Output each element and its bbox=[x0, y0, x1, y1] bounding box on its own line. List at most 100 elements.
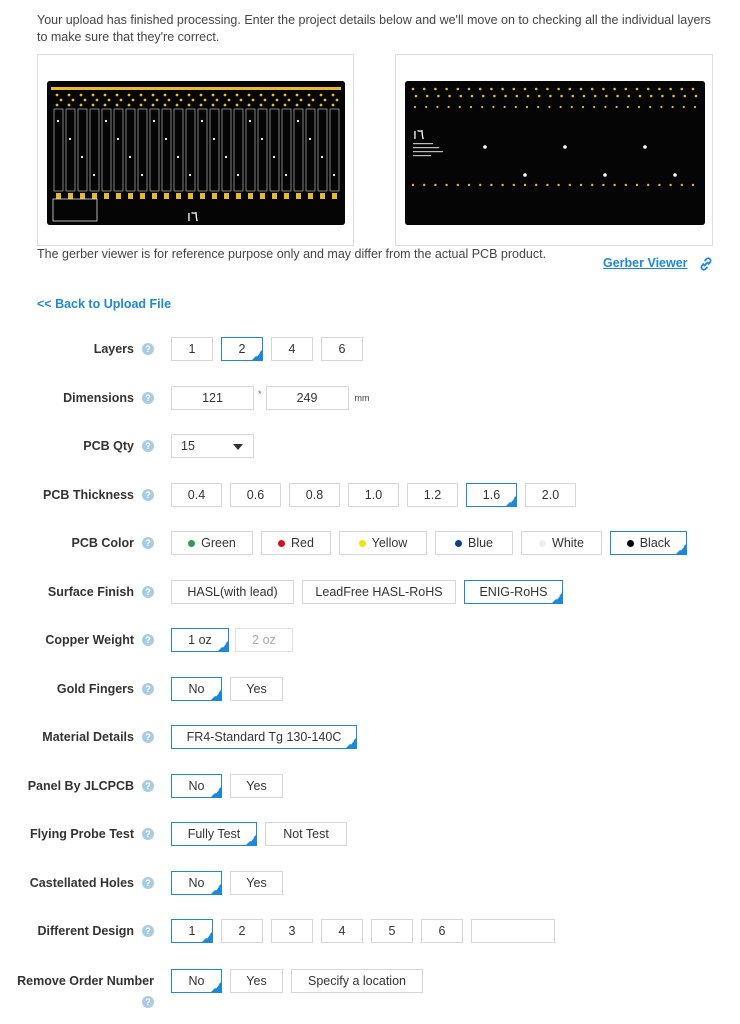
order-number-option-no[interactable]: No ✔ bbox=[171, 969, 222, 993]
color-option-blue[interactable]: Blue bbox=[435, 531, 513, 555]
selected-check-icon: ✔ bbox=[555, 595, 561, 602]
gold-fingers-row: Gold Fingers ? No ✔ Yes bbox=[0, 677, 740, 703]
option-label: 2 bbox=[238, 342, 246, 356]
dimensions-inputs: 121 * 249 mm bbox=[171, 386, 370, 410]
help-icon[interactable]: ? bbox=[142, 731, 154, 743]
help-icon[interactable]: ? bbox=[142, 925, 154, 937]
gold-fingers-option-no[interactable]: No ✔ bbox=[171, 677, 222, 701]
surface-finish-options: HASL(with lead) LeadFree HASL-RoHS ENIG-… bbox=[171, 580, 563, 604]
finish-option-leadfree-hasl[interactable]: LeadFree HASL-RoHS bbox=[302, 580, 456, 604]
remove-order-number-label: Remove Order Number bbox=[17, 974, 154, 988]
order-number-option-yes[interactable]: Yes bbox=[230, 969, 283, 993]
svg-text:ı٦: ı٦ bbox=[187, 209, 198, 225]
design-custom-input[interactable] bbox=[471, 919, 555, 943]
dimension-unit: mm bbox=[354, 393, 370, 403]
selected-check-icon: ✔ bbox=[214, 692, 220, 699]
dimension-width-input[interactable]: 121 bbox=[171, 386, 254, 410]
thickness-option[interactable]: 0.4 bbox=[171, 483, 222, 507]
help-icon[interactable]: ? bbox=[142, 586, 154, 598]
help-icon[interactable]: ? bbox=[142, 877, 154, 889]
bottom-layer-preview[interactable]: ı٦ bbox=[395, 54, 713, 246]
finish-option-hasl[interactable]: HASL(with lead) bbox=[171, 580, 294, 604]
layers-option-2[interactable]: 2 ✔ bbox=[221, 337, 263, 361]
pcb-thickness-options: 0.4 0.6 0.8 1.0 1.2 1.6 ✔ 2.0 bbox=[171, 483, 576, 507]
selected-check-icon: ✔ bbox=[679, 546, 685, 553]
pcb-color-options: Green Red Yellow Blue White Black ✔ bbox=[171, 531, 687, 555]
pcb-qty-row: PCB Qty ? 15 bbox=[0, 434, 740, 460]
layers-option-4[interactable]: 4 bbox=[271, 337, 313, 361]
help-icon[interactable]: ? bbox=[142, 683, 154, 695]
color-option-white[interactable]: White bbox=[521, 531, 602, 555]
help-icon[interactable]: ? bbox=[142, 343, 154, 355]
thickness-option[interactable]: 1.0 bbox=[348, 483, 399, 507]
help-icon[interactable]: ? bbox=[142, 828, 154, 840]
option-label: 0.8 bbox=[305, 488, 324, 502]
castellated-option-yes[interactable]: Yes bbox=[230, 871, 283, 895]
gerber-viewer-link[interactable]: Gerber Viewer bbox=[603, 256, 688, 270]
selected-check-icon: ✔ bbox=[214, 789, 220, 796]
option-label: Yes bbox=[246, 682, 267, 696]
panel-option-no[interactable]: No ✔ bbox=[171, 774, 222, 798]
thickness-option[interactable]: 0.6 bbox=[230, 483, 281, 507]
probe-option-not-test[interactable]: Not Test bbox=[265, 822, 347, 846]
gold-fingers-label: Gold Fingers bbox=[56, 682, 134, 696]
design-option-5[interactable]: 5 bbox=[371, 919, 413, 943]
pcb-qty-select[interactable]: 15 bbox=[171, 434, 254, 458]
finish-option-enig[interactable]: ENIG-RoHS ✔ bbox=[464, 580, 563, 604]
help-icon[interactable]: ? bbox=[142, 489, 154, 501]
option-label: ENIG-RoHS bbox=[479, 585, 548, 599]
layers-option-6[interactable]: 6 bbox=[321, 337, 363, 361]
help-icon[interactable]: ? bbox=[142, 780, 154, 792]
pcb-qty-label: PCB Qty bbox=[83, 439, 134, 453]
design-option-1[interactable]: 1 ✔ bbox=[171, 919, 213, 943]
design-option-2[interactable]: 2 bbox=[221, 919, 263, 943]
thickness-option[interactable]: 0.8 bbox=[289, 483, 340, 507]
color-option-black[interactable]: Black ✔ bbox=[610, 531, 687, 555]
order-number-option-specify[interactable]: Specify a location bbox=[291, 969, 423, 993]
design-option-4[interactable]: 4 bbox=[321, 919, 363, 943]
option-label: Green bbox=[201, 536, 236, 550]
top-layer-preview[interactable]: ı٦ bbox=[37, 54, 354, 246]
design-option-6[interactable]: 6 bbox=[421, 919, 463, 943]
option-label: No bbox=[188, 974, 205, 988]
option-label: Fully Test bbox=[187, 827, 241, 841]
option-label: No bbox=[188, 779, 205, 793]
dimension-height-input[interactable]: 249 bbox=[265, 386, 349, 410]
panel-options: No ✔ Yes bbox=[171, 774, 283, 798]
copper-weight-row: Copper Weight ? 1 oz ✔ 2 oz bbox=[0, 628, 740, 654]
surface-finish-row: Surface Finish ? HASL(with lead) LeadFre… bbox=[0, 580, 740, 606]
gold-fingers-option-yes[interactable]: Yes bbox=[230, 677, 283, 701]
color-swatch-icon bbox=[188, 539, 196, 547]
help-icon[interactable]: ? bbox=[142, 537, 154, 549]
pcb-thickness-label: PCB Thickness bbox=[42, 488, 134, 502]
help-icon[interactable]: ? bbox=[142, 392, 154, 404]
thickness-option[interactable]: 2.0 bbox=[525, 483, 576, 507]
color-swatch-icon bbox=[454, 539, 462, 547]
help-icon[interactable]: ? bbox=[142, 996, 154, 1008]
castellated-option-no[interactable]: No ✔ bbox=[171, 871, 222, 895]
option-label: 0.6 bbox=[246, 488, 265, 502]
copper-option-1oz[interactable]: 1 oz ✔ bbox=[171, 628, 229, 652]
material-details-row: Material Details ? FR4-Standard Tg 130-1… bbox=[0, 725, 740, 751]
probe-option-fully-test[interactable]: Fully Test ✔ bbox=[171, 822, 257, 846]
color-option-yellow[interactable]: Yellow bbox=[339, 531, 427, 555]
option-label: 4 bbox=[288, 342, 296, 356]
flying-probe-options: Fully Test ✔ Not Test bbox=[171, 822, 347, 846]
help-icon[interactable]: ? bbox=[142, 440, 154, 452]
option-label: Not Test bbox=[283, 827, 329, 841]
color-option-green[interactable]: Green bbox=[171, 531, 253, 555]
layers-option-1[interactable]: 1 bbox=[171, 337, 213, 361]
material-option-fr4[interactable]: FR4-Standard Tg 130-140C ✔ bbox=[171, 725, 357, 749]
color-option-red[interactable]: Red bbox=[261, 531, 331, 555]
design-option-3[interactable]: 3 bbox=[271, 919, 313, 943]
panel-option-yes[interactable]: Yes bbox=[230, 774, 283, 798]
copper-option-2oz[interactable]: 2 oz bbox=[235, 628, 293, 652]
link-icon[interactable] bbox=[698, 256, 714, 272]
color-swatch-icon bbox=[626, 539, 634, 547]
back-to-upload-link[interactable]: << Back to Upload File bbox=[37, 297, 171, 311]
thickness-option-selected[interactable]: 1.6 ✔ bbox=[466, 483, 517, 507]
panel-by-jlcpcb-label: Panel By JLCPCB bbox=[27, 779, 134, 793]
thickness-option[interactable]: 1.2 bbox=[407, 483, 458, 507]
help-icon[interactable]: ? bbox=[142, 634, 154, 646]
option-label: No bbox=[188, 876, 205, 890]
